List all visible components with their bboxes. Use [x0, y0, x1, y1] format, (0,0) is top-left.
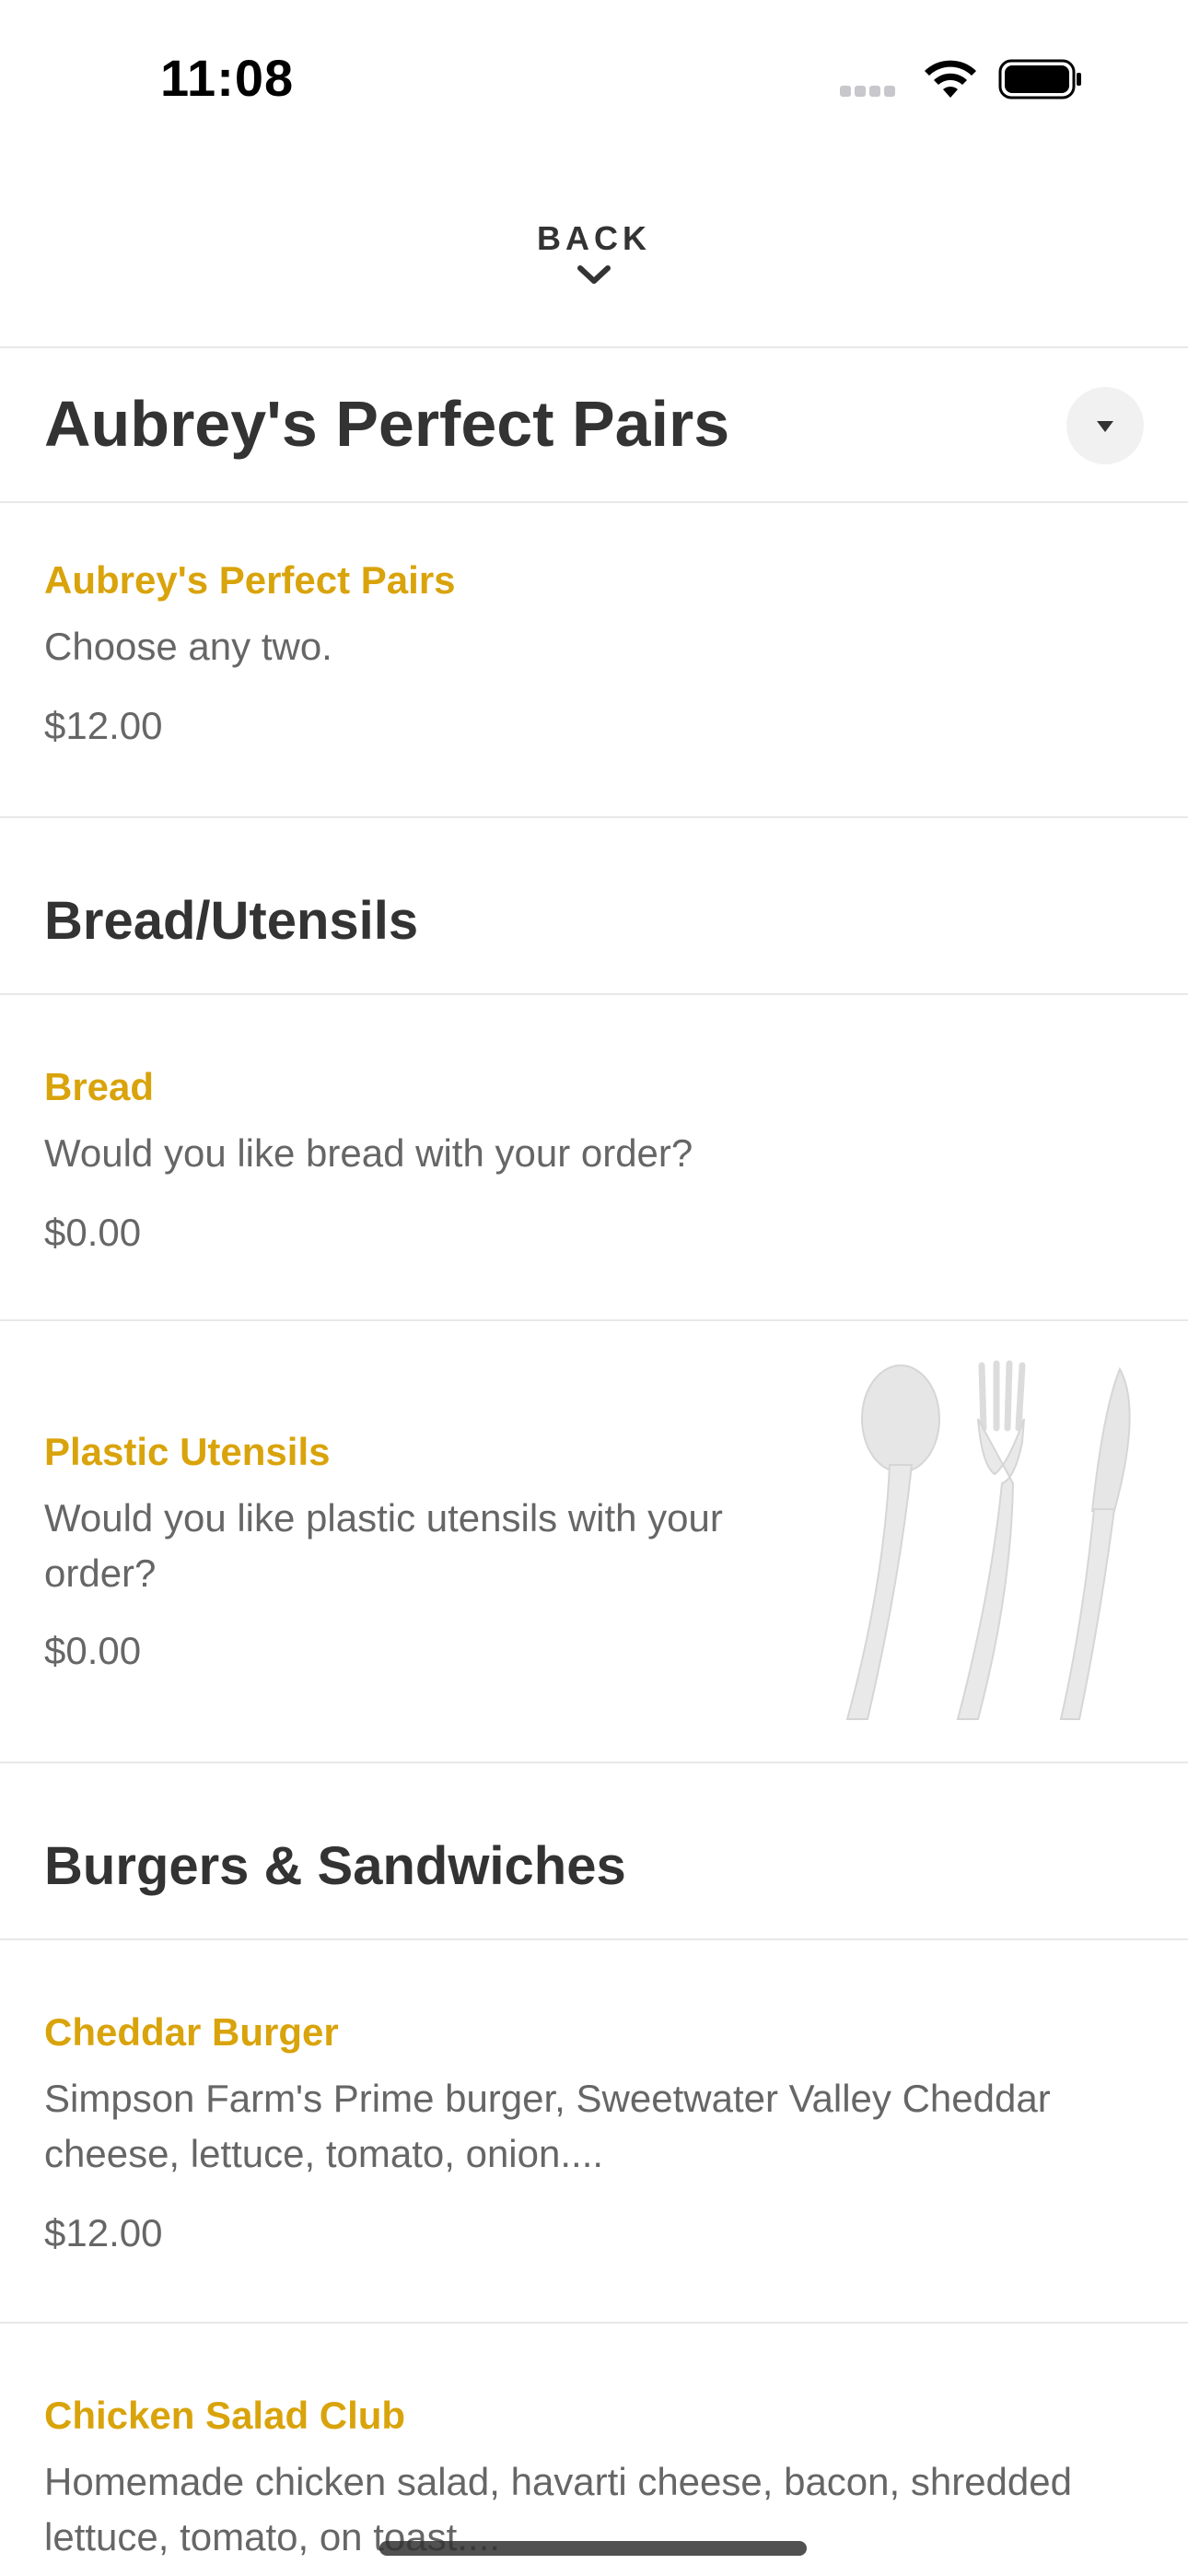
section-heading-bread-utensils: Bread/Utensils: [44, 891, 419, 951]
item-description: Would you like bread with your order?: [44, 1131, 693, 1175]
back-button[interactable]: BACK: [502, 219, 686, 311]
item-description: Simpson Farm's Prime burger, Sweetwater …: [44, 2077, 1051, 2175]
section-heading-burgers-sandwiches: Burgers & Sandwiches: [44, 1836, 626, 1896]
battery-icon: [998, 59, 1081, 100]
divider: [0, 346, 1188, 348]
item-price: $0.00: [44, 1629, 142, 1672]
plastic-utensils-image: [845, 1360, 1131, 1720]
item-price: $12.00: [44, 704, 163, 747]
divider: [0, 816, 1188, 818]
menu-item-bread[interactable]: Bread Would you like bread with your ord…: [0, 995, 1188, 1319]
item-name: Plastic Utensils: [44, 1430, 331, 1473]
chevron-down-icon: [577, 265, 611, 284]
item-name: Cheddar Burger: [44, 2010, 339, 2054]
menu-item-chicken-salad-club[interactable]: Chicken Salad Club Homemade chicken sala…: [0, 2324, 1188, 2576]
item-price: $12.00: [44, 2211, 163, 2254]
item-price: $0.00: [44, 1211, 142, 1254]
cellular-signal-icon: [840, 85, 904, 97]
menu-title: Aubrey's Perfect Pairs: [44, 388, 730, 460]
divider: [0, 1762, 1188, 1763]
back-label: BACK: [537, 219, 651, 257]
menu-item-cheddar-burger[interactable]: Cheddar Burger Simpson Farm's Prime burg…: [0, 1940, 1188, 2322]
status-time: 11:08: [160, 49, 295, 107]
item-name: Aubrey's Perfect Pairs: [44, 558, 456, 602]
menu-item-perfect-pairs[interactable]: Aubrey's Perfect Pairs Choose any two. $…: [0, 503, 1188, 816]
item-description: Choose any two.: [44, 625, 332, 668]
home-indicator: [379, 2541, 807, 2556]
menu-dropdown-button[interactable]: [1066, 387, 1144, 464]
status-bar: 11:08: [0, 0, 1188, 157]
item-description: Would you like plastic utensils with you…: [44, 1496, 723, 1595]
item-name: Chicken Salad Club: [44, 2394, 406, 2437]
item-name: Bread: [44, 1065, 155, 1108]
wifi-icon: [925, 60, 976, 98]
caret-down-icon: [1097, 421, 1113, 432]
